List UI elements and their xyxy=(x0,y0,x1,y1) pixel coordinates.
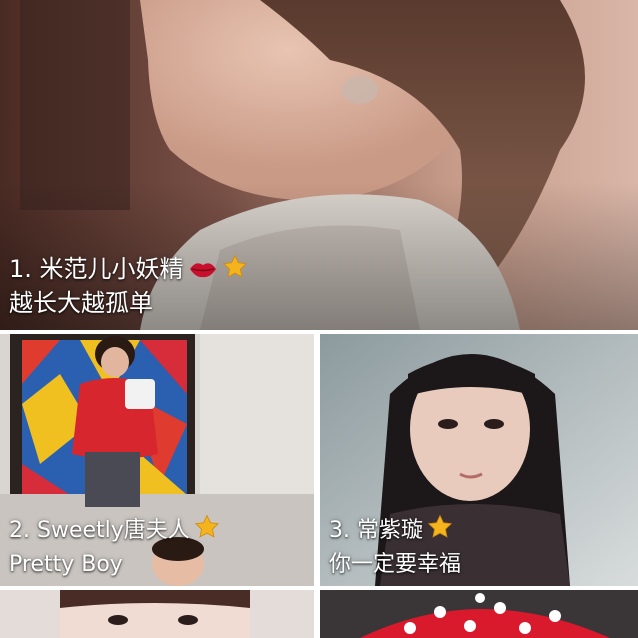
star-icon xyxy=(222,254,248,280)
featured-user-name: 1. 米范儿小妖精 xyxy=(9,255,184,283)
user-card-4[interactable] xyxy=(0,590,314,638)
user-photo-4 xyxy=(0,590,314,638)
user-caption-2: 2. Sweetly唐夫人 Pretty Boy xyxy=(9,514,220,582)
user-card-2[interactable]: 2. Sweetly唐夫人 Pretty Boy xyxy=(0,334,314,586)
user-bio-2: Pretty Boy xyxy=(9,552,123,577)
featured-user-name-line: 1. 米范儿小妖精 xyxy=(9,252,248,286)
user-bio-3: 你一定要幸福 xyxy=(329,552,462,577)
featured-user-caption: 1. 米范儿小妖精 越长大越孤单 xyxy=(9,252,248,320)
user-name-line-3: 3. 常紫璇 xyxy=(329,514,461,548)
user-card-3[interactable]: 3. 常紫璇 你一定要幸福 xyxy=(320,334,638,586)
user-caption-3: 3. 常紫璇 你一定要幸福 xyxy=(329,514,461,582)
user-photo-5 xyxy=(320,590,638,638)
star-icon xyxy=(427,514,453,540)
featured-user-card[interactable]: 1. 米范儿小妖精 越长大越孤单 xyxy=(0,0,638,330)
star-icon xyxy=(194,514,220,540)
featured-user-bio: 越长大越孤单 xyxy=(9,289,153,317)
user-name-3: 3. 常紫璇 xyxy=(329,518,423,543)
lips-icon xyxy=(188,258,218,280)
user-name-line-2: 2. Sweetly唐夫人 xyxy=(9,514,220,548)
user-card-5[interactable] xyxy=(320,590,638,638)
user-name-2: 2. Sweetly唐夫人 xyxy=(9,518,190,543)
